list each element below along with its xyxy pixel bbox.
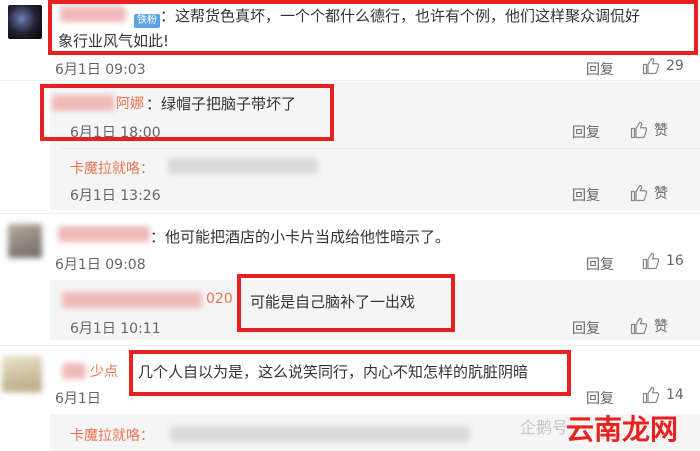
highlight-box <box>48 0 698 55</box>
comment-time: 6月1日 <box>55 391 101 407</box>
watermark-faint: 企鹅号 <box>520 418 569 437</box>
thumb-up-icon <box>642 252 660 270</box>
like-button[interactable]: 14 <box>642 386 684 404</box>
reply-button[interactable]: 回复 <box>586 254 614 274</box>
watermark: 云南龙网 <box>566 413 679 446</box>
reply-button[interactable]: 回复 <box>586 59 614 79</box>
reply-button[interactable]: 回复 <box>572 122 600 142</box>
username-blurred[interactable] <box>58 226 150 242</box>
like-button[interactable]: 赞 <box>630 183 668 203</box>
comment-time: 6月1日 18:00 <box>70 125 161 141</box>
username[interactable]: 卡魔拉就咯： <box>70 425 154 445</box>
comment-text: ：他可能把酒店的小卡片当成给他性暗示了。 <box>150 228 451 246</box>
highlight-box <box>237 274 455 332</box>
reply-text-blurred <box>168 158 318 174</box>
like-button[interactable]: 赞 <box>630 316 668 336</box>
avatar[interactable] <box>8 224 42 258</box>
thumb-up-icon <box>642 57 660 75</box>
username-blurred[interactable] <box>62 363 86 379</box>
like-button[interactable]: 29 <box>642 57 684 75</box>
thumb-up-icon <box>630 184 648 202</box>
username[interactable]: 卡魔拉就咯： <box>70 158 154 178</box>
comment-time: 6月1日 13:26 <box>70 188 161 204</box>
thumb-up-icon <box>630 317 648 335</box>
like-button[interactable]: 赞 <box>630 120 668 140</box>
username-suffix[interactable]: 020 <box>206 291 233 307</box>
reply-button[interactable]: 回复 <box>572 185 600 205</box>
username-blurred[interactable] <box>62 292 202 308</box>
reply-button[interactable]: 回复 <box>586 388 614 408</box>
reply-text-blurred <box>170 426 470 442</box>
comment-time: 6月1日 10:11 <box>70 321 161 337</box>
comment-time: 6月1日 09:08 <box>55 257 146 273</box>
thumb-up-icon <box>630 121 648 139</box>
highlight-box <box>129 350 571 396</box>
like-button[interactable]: 16 <box>642 252 684 270</box>
avatar[interactable] <box>8 5 42 39</box>
comment-time: 6月1日 09:03 <box>55 62 146 78</box>
avatar[interactable] <box>2 356 42 392</box>
reply-button[interactable]: 回复 <box>572 318 600 338</box>
thumb-up-icon <box>642 386 660 404</box>
username-suffix[interactable]: 少点 <box>90 361 118 381</box>
